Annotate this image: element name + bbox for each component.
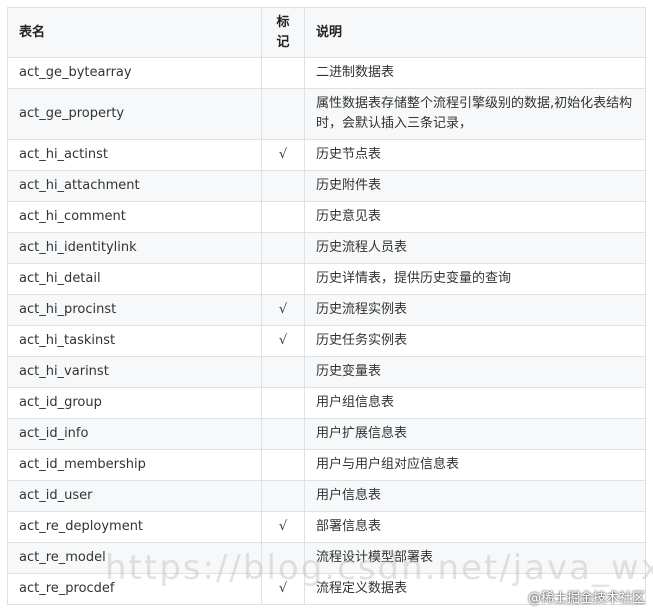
row-description: 部署信息表 <box>304 511 646 543</box>
table-row: act_id_user 用户信息表 <box>7 480 646 512</box>
row-mark <box>261 170 305 202</box>
row-mark <box>261 57 305 89</box>
table-row: act_hi_attachment 历史附件表 <box>7 170 646 202</box>
row-table-name: act_re_model <box>7 542 262 574</box>
row-table-name: act_hi_actinst <box>7 139 262 171</box>
table-row: act_hi_comment 历史意见表 <box>7 201 646 233</box>
header-description: 说明 <box>304 7 646 58</box>
row-description: 历史流程实例表 <box>304 294 646 326</box>
row-description: 用户扩展信息表 <box>304 418 646 450</box>
table-row: act_ge_bytearray 二进制数据表 <box>7 57 646 89</box>
row-table-name: act_re_deployment <box>7 511 262 543</box>
table-row: act_id_membership 用户与用户组对应信息表 <box>7 449 646 481</box>
table-row: act_re_model 流程设计模型部署表 <box>7 542 646 574</box>
row-description: 流程设计模型部署表 <box>304 542 646 574</box>
header-table-name: 表名 <box>7 7 262 58</box>
table-row: act_id_info 用户扩展信息表 <box>7 418 646 450</box>
row-table-name: act_re_procdef <box>7 573 262 605</box>
row-description: 属性数据表存储整个流程引擎级别的数据,初始化表结构时，会默认插入三条记录， <box>304 88 646 140</box>
row-table-name: act_hi_procinst <box>7 294 262 326</box>
header-mark: 标记 <box>261 7 305 58</box>
row-mark <box>261 232 305 264</box>
row-description: 历史流程人员表 <box>304 232 646 264</box>
table-header-row: 表名 标记 说明 <box>7 7 646 58</box>
table-list: 表名 标记 说明 act_ge_bytearray 二进制数据表 act_ge_… <box>7 7 646 605</box>
row-description: 用户与用户组对应信息表 <box>304 449 646 481</box>
row-table-name: act_hi_taskinst <box>7 325 262 357</box>
row-mark: √ <box>261 294 305 326</box>
row-mark <box>261 480 305 512</box>
row-description: 历史详情表，提供历史变量的查询 <box>304 263 646 295</box>
table-row: act_re_deployment √ 部署信息表 <box>7 511 646 543</box>
row-description: 历史意见表 <box>304 201 646 233</box>
table-row: act_id_group 用户组信息表 <box>7 387 646 419</box>
row-table-name: act_ge_bytearray <box>7 57 262 89</box>
row-mark <box>261 88 305 140</box>
row-table-name: act_id_membership <box>7 449 262 481</box>
row-table-name: act_hi_identitylink <box>7 232 262 264</box>
row-table-name: act_hi_varinst <box>7 356 262 388</box>
row-mark <box>261 542 305 574</box>
table-row: act_hi_procinst √ 历史流程实例表 <box>7 294 646 326</box>
row-description: 用户组信息表 <box>304 387 646 419</box>
row-table-name: act_ge_property <box>7 88 262 140</box>
row-table-name: act_id_group <box>7 387 262 419</box>
row-table-name: act_hi_comment <box>7 201 262 233</box>
row-table-name: act_hi_attachment <box>7 170 262 202</box>
table-row: act_hi_identitylink 历史流程人员表 <box>7 232 646 264</box>
row-mark <box>261 418 305 450</box>
row-table-name: act_id_user <box>7 480 262 512</box>
row-mark <box>261 387 305 419</box>
credit-watermark: @稀土掘金技术社区 <box>527 591 645 606</box>
row-description: 历史变量表 <box>304 356 646 388</box>
row-mark <box>261 356 305 388</box>
row-mark: √ <box>261 325 305 357</box>
row-mark: √ <box>261 511 305 543</box>
table-row: act_ge_property 属性数据表存储整个流程引擎级别的数据,初始化表结… <box>7 88 646 140</box>
row-mark <box>261 263 305 295</box>
row-description: 二进制数据表 <box>304 57 646 89</box>
row-mark: √ <box>261 573 305 605</box>
row-description: 历史任务实例表 <box>304 325 646 357</box>
table-row: act_hi_actinst √ 历史节点表 <box>7 139 646 171</box>
row-description: 历史节点表 <box>304 139 646 171</box>
table-row: act_hi_detail 历史详情表，提供历史变量的查询 <box>7 263 646 295</box>
row-description: 用户信息表 <box>304 480 646 512</box>
row-mark: √ <box>261 139 305 171</box>
row-mark <box>261 449 305 481</box>
row-table-name: act_hi_detail <box>7 263 262 295</box>
row-description: 历史附件表 <box>304 170 646 202</box>
table-row: act_hi_varinst 历史变量表 <box>7 356 646 388</box>
row-table-name: act_id_info <box>7 418 262 450</box>
row-mark <box>261 201 305 233</box>
table-row: act_hi_taskinst √ 历史任务实例表 <box>7 325 646 357</box>
